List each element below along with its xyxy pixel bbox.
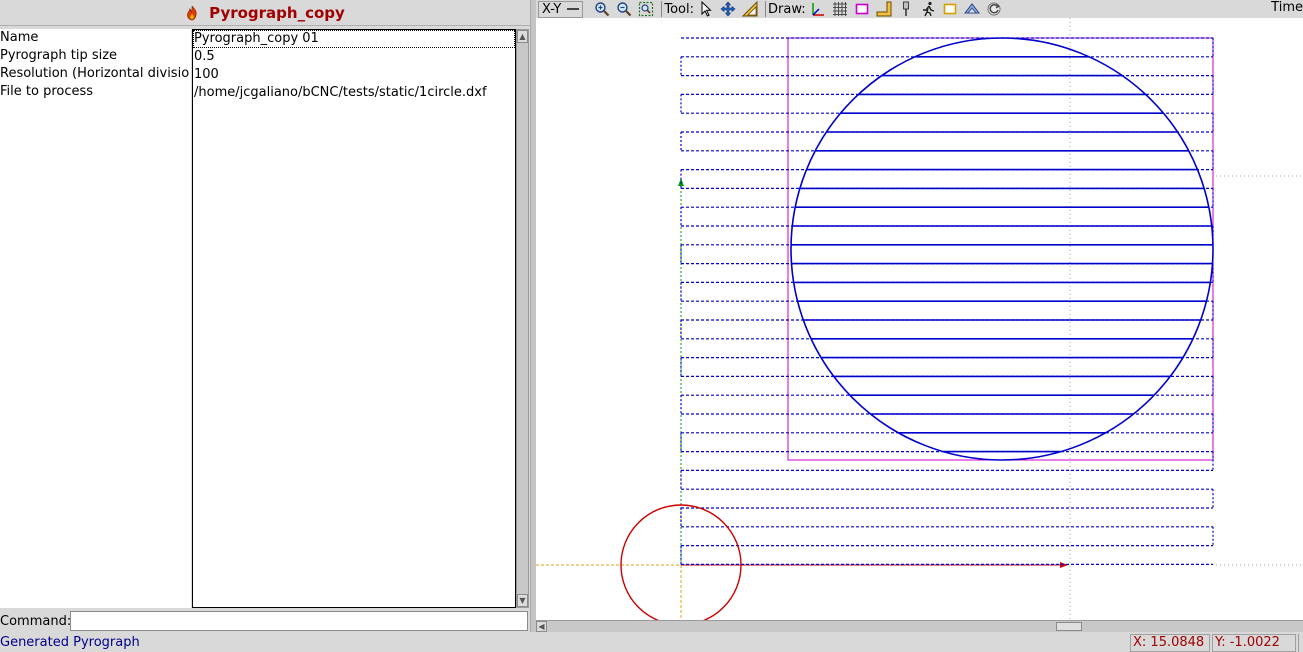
x-coordinate: X: 15.0848: [1130, 634, 1210, 652]
property-label: Resolution (Horizontal divisio: [0, 66, 190, 81]
grid-icon[interactable]: [831, 1, 849, 18]
property-label: Name: [0, 30, 39, 45]
axes-icon[interactable]: [809, 1, 827, 18]
toolbar-separator: [765, 1, 766, 17]
canvas-hscrollbar[interactable]: ◀: [536, 620, 1303, 632]
draw-label: Draw:: [768, 1, 806, 17]
property-editor: Name Pyrograph tip size Resolution (Hori…: [0, 29, 516, 608]
plugin-title: Pyrograph_copy: [209, 3, 345, 22]
margins-icon[interactable]: [853, 1, 871, 18]
property-label: Pyrograph tip size: [0, 48, 118, 63]
y-coordinate: Y: -1.0022: [1212, 634, 1296, 652]
pan-move-icon[interactable]: [719, 1, 737, 18]
ruler-icon[interactable]: [741, 1, 759, 18]
rapid-motion-icon[interactable]: [919, 1, 937, 18]
z-coordinate: [1298, 634, 1303, 652]
paths-icon[interactable]: [963, 1, 981, 18]
zoom-out-icon[interactable]: [615, 1, 633, 18]
refresh-icon[interactable]: [985, 1, 1003, 18]
view-select-value: X-Y: [542, 1, 562, 17]
time-label: Time: [1271, 0, 1303, 15]
probe-icon[interactable]: [897, 1, 915, 18]
pyrograph-raster: [680, 37, 1214, 566]
hscroll-thumb[interactable]: [1056, 622, 1082, 631]
plugin-header: Pyrograph_copy: [0, 0, 530, 26]
property-labels: Name Pyrograph tip size Resolution (Hori…: [0, 29, 191, 608]
plugin-panel: Pyrograph_copy Name Pyrograph tip size R…: [0, 0, 530, 632]
dropdown-icon: [567, 8, 580, 10]
command-bar: Command:: [0, 610, 530, 632]
property-values: Pyrograph_copy 01 0.5 100 /home/jcgalian…: [192, 29, 516, 608]
view-select[interactable]: X-Y: [538, 0, 584, 18]
app-window: Pyrograph_copy Name Pyrograph tip size R…: [0, 0, 1303, 652]
scroll-down-icon[interactable]: ▼: [517, 594, 528, 607]
scroll-up-icon[interactable]: ▲: [517, 30, 528, 43]
zoom-fit-icon[interactable]: [637, 1, 655, 18]
workarea-icon[interactable]: [875, 1, 893, 18]
property-label: File to process: [0, 84, 94, 99]
toolbar-separator: [661, 1, 663, 17]
tip-size-field[interactable]: 0.5: [193, 48, 515, 66]
zoom-in-icon[interactable]: [593, 1, 611, 18]
status-message: Generated Pyrograph: [0, 635, 140, 650]
resolution-field[interactable]: 100: [193, 66, 515, 84]
property-scrollbar[interactable]: ▲ ▼: [516, 29, 529, 608]
status-bar: Generated Pyrograph X: 15.0848 Y: -1.002…: [0, 632, 1303, 652]
tool-label: Tool:: [664, 1, 694, 17]
select-arrow-icon[interactable]: [697, 1, 715, 18]
circle-outline: [790, 37, 1214, 461]
command-label: Command:: [0, 613, 72, 629]
scroll-left-icon[interactable]: ◀: [536, 621, 547, 632]
command-input[interactable]: [70, 611, 528, 631]
gcode-canvas[interactable]: [536, 18, 1303, 620]
canvas-toolbar: X-Y Tool: Draw: Time: [536, 0, 1303, 18]
camera-icon[interactable]: [941, 1, 959, 18]
file-to-process-field[interactable]: /home/jcgaliano/bCNC/tests/static/1circl…: [193, 84, 515, 102]
flame-icon: [185, 5, 199, 21]
name-field[interactable]: Pyrograph_copy 01: [193, 30, 515, 48]
toolpath-drawing: [536, 18, 1303, 620]
